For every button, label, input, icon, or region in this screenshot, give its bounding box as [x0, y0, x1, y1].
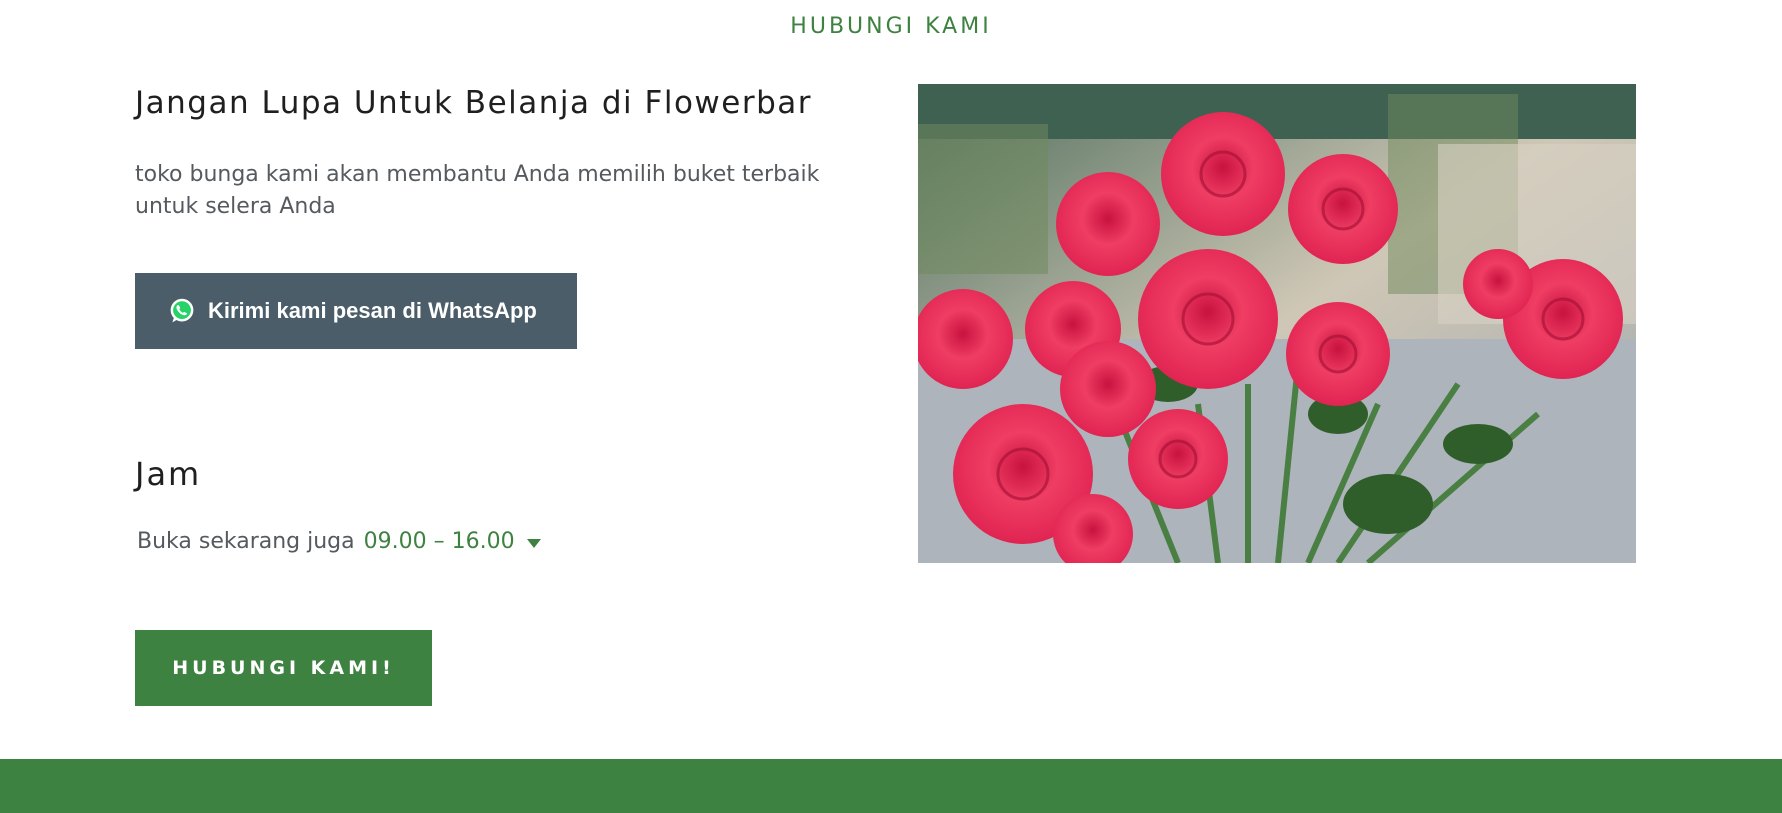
contact-section: HUBUNGI KAMI Jangan Lupa Untuk Belanja d… [0, 0, 1782, 813]
hours-dropdown[interactable]: 09.00 – 16.00 [364, 529, 541, 554]
section-heading: HUBUNGI KAMI [790, 14, 992, 39]
whatsapp-button[interactable]: Kirimi kami pesan di WhatsApp [135, 273, 577, 349]
hours-time: 09.00 – 16.00 [363, 529, 515, 554]
page-title: Jangan Lupa Untuk Belanja di Flowerbar [135, 85, 813, 121]
whatsapp-icon [170, 298, 194, 323]
contact-info-column: Jangan Lupa Untuk Belanja di Flowerbar t… [135, 80, 835, 706]
caret-down-icon [526, 538, 541, 548]
contact-us-button[interactable]: HUBUNGI KAMI! [135, 630, 432, 706]
hours-status: Buka sekarang juga [137, 529, 355, 554]
intro-description: toko bunga kami akan membantu Anda memil… [135, 162, 820, 219]
whatsapp-button-label: Kirimi kami pesan di WhatsApp [208, 298, 537, 323]
roses-photo [918, 84, 1636, 563]
hours-title: Jam [135, 455, 202, 493]
footer-bar [0, 759, 1782, 813]
opening-hours: Buka sekarang juga 09.00 – 16.00 [137, 529, 541, 554]
